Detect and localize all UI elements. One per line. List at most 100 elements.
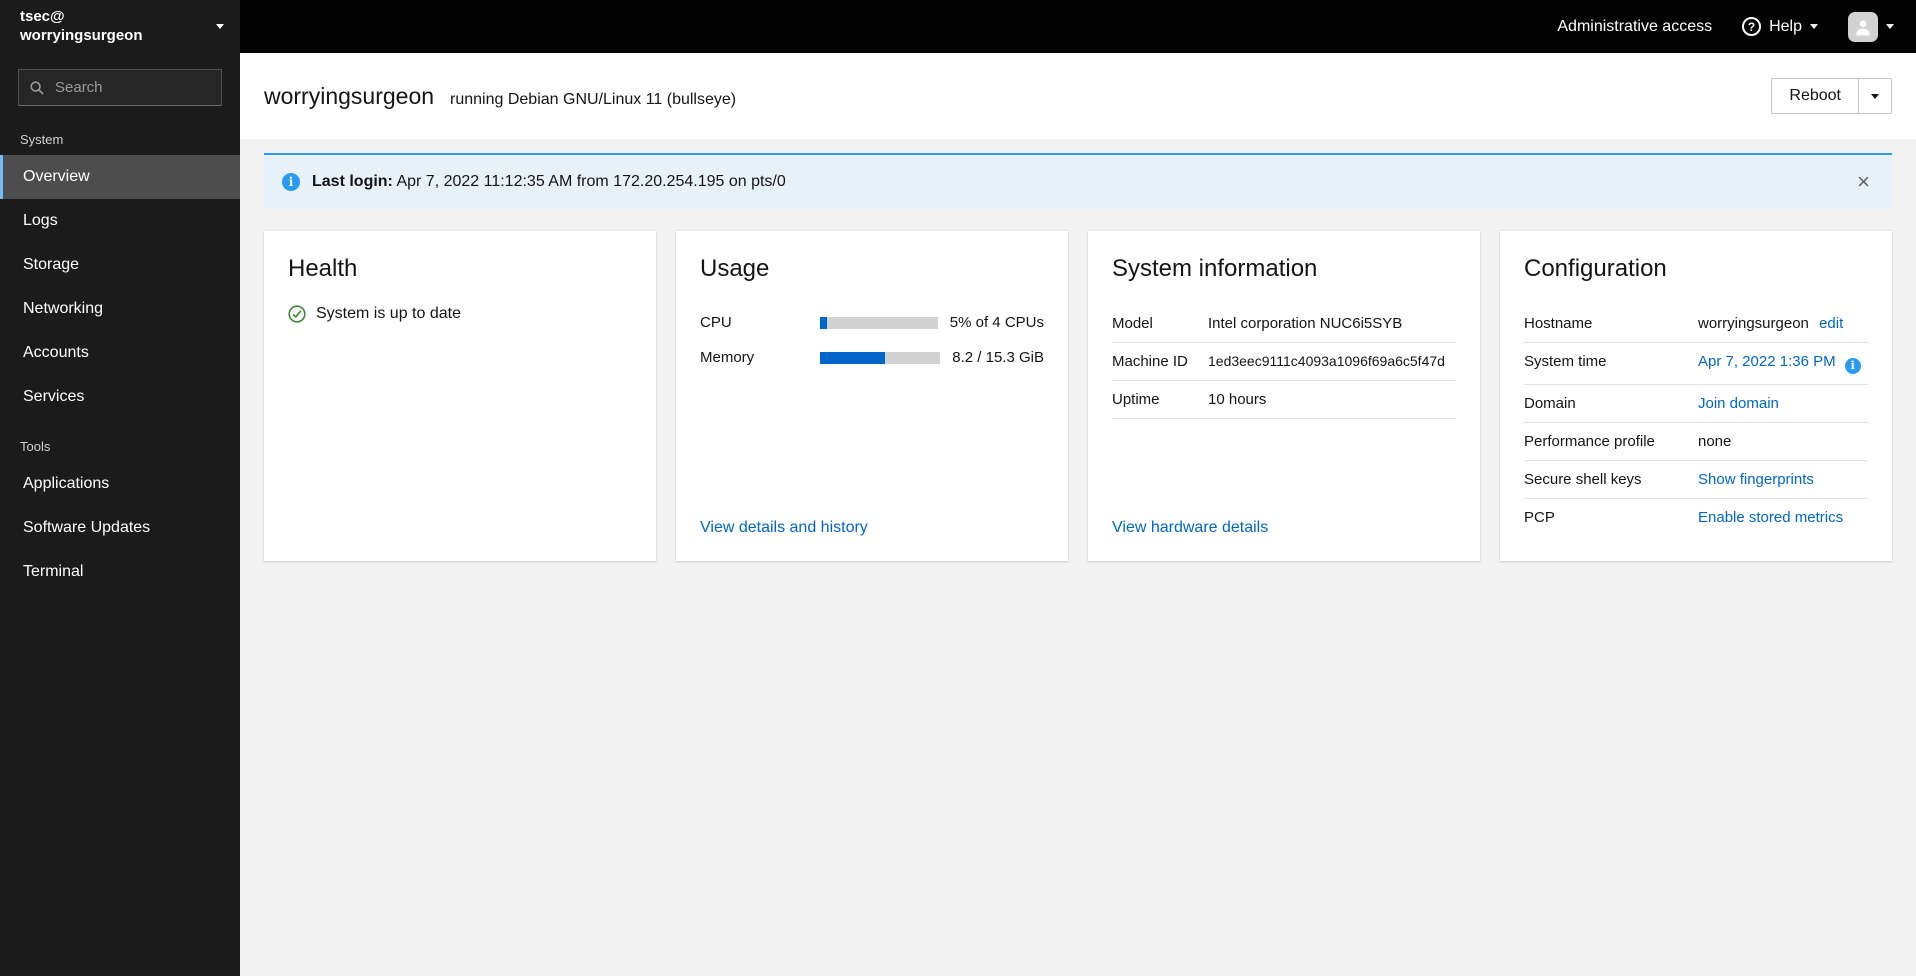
health-title: Health xyxy=(288,255,358,282)
card-system-information: System information Model Intel corporati… xyxy=(1088,231,1480,561)
sidebar-item-networking[interactable]: Networking xyxy=(0,287,240,331)
pcp-row: PCP Enable stored metrics xyxy=(1524,499,1868,536)
main-column: Administrative access ? Help worryingsur… xyxy=(240,0,1916,976)
avatar xyxy=(1848,11,1878,42)
hostname-value-cell: worryingsurgeon edit xyxy=(1698,315,1868,332)
cpu-value: 5% of 4 CPUs xyxy=(949,314,1044,331)
enable-stored-metrics-link[interactable]: Enable stored metrics xyxy=(1698,509,1868,526)
sidebar-item-overview[interactable]: Overview xyxy=(0,155,240,199)
hostname-row: Hostname worryingsurgeon edit xyxy=(1524,305,1868,343)
overview-content: i Last login: Apr 7, 2022 11:12:35 AM fr… xyxy=(240,139,1916,976)
memory-progress-bar xyxy=(820,351,941,364)
sidebar: tsec@ worryingsurgeon System Overview Lo… xyxy=(0,0,240,976)
nav-section-system: System Overview Logs Storage Networking … xyxy=(0,112,240,419)
card-usage: Usage CPU 5% of 4 CPUs Memory 8.2 / 15.3… xyxy=(676,231,1068,561)
usage-title: Usage xyxy=(700,255,770,282)
card-configuration: Configuration Hostname worryingsurgeon e… xyxy=(1500,231,1892,561)
sidebar-item-accounts[interactable]: Accounts xyxy=(0,331,240,375)
cpu-usage-row: CPU 5% of 4 CPUs xyxy=(700,305,1044,340)
info-icon[interactable]: i xyxy=(1844,357,1861,374)
page-header: worryingsurgeon running Debian GNU/Linux… xyxy=(240,53,1916,139)
usage-details-link[interactable]: View details and history xyxy=(700,519,868,537)
sidebar-item-applications[interactable]: Applications xyxy=(0,462,240,506)
reboot-split-button: Reboot xyxy=(1771,78,1892,114)
overview-cards: Health System is up to date Usage CPU 5%… xyxy=(264,231,1892,561)
sidebar-item-software-updates[interactable]: Software Updates xyxy=(0,506,240,550)
username-text: tsec@ xyxy=(20,7,65,25)
cpu-progress-bar xyxy=(820,316,938,329)
ssh-keys-label: Secure shell keys xyxy=(1524,470,1642,488)
hostname-edit-link[interactable]: edit xyxy=(1819,315,1843,332)
nav-section-tools: Tools Applications Software Updates Term… xyxy=(0,419,240,594)
system-time-label: System time xyxy=(1524,353,1607,370)
sidebar-item-storage[interactable]: Storage xyxy=(0,243,240,287)
sidebar-nav: System Overview Logs Storage Networking … xyxy=(0,112,240,594)
hostname-value: worryingsurgeon xyxy=(1698,315,1809,332)
hostname-label: Hostname xyxy=(1524,315,1593,332)
host-switcher[interactable]: tsec@ worryingsurgeon xyxy=(0,0,240,53)
performance-profile-row: Performance profile none xyxy=(1524,423,1868,461)
performance-profile-label: Performance profile xyxy=(1524,432,1655,450)
domain-label: Domain xyxy=(1524,394,1576,412)
cpu-label: CPU xyxy=(700,314,732,331)
model-row: Model Intel corporation NUC6i5SYB xyxy=(1112,305,1456,343)
model-value: Intel corporation NUC6i5SYB xyxy=(1208,315,1403,332)
reboot-dropdown-toggle[interactable] xyxy=(1858,79,1891,113)
last-login-label: Last login: xyxy=(312,173,393,190)
search-input[interactable] xyxy=(18,69,222,106)
system-time-link[interactable]: Apr 7, 2022 1:36 PM xyxy=(1698,353,1836,370)
system-time-cell: Apr 7, 2022 1:36 PM i xyxy=(1698,353,1868,374)
last-login-alert: i Last login: Apr 7, 2022 11:12:35 AM fr… xyxy=(264,153,1892,209)
question-circle-icon: ? xyxy=(1742,17,1762,36)
memory-label: Memory xyxy=(700,349,755,366)
uptime-value: 10 hours xyxy=(1208,391,1267,408)
system-info-title: System information xyxy=(1112,255,1318,282)
memory-usage-row: Memory 8.2 / 15.3 GiB xyxy=(700,340,1044,375)
administrative-access-label: Administrative access xyxy=(1557,17,1713,35)
app-root: tsec@ worryingsurgeon System Overview Lo… xyxy=(0,0,1916,976)
check-circle-icon xyxy=(288,305,306,323)
close-icon[interactable]: × xyxy=(1853,171,1874,193)
page-os-subtitle: running Debian GNU/Linux 11 (bullseye) xyxy=(450,90,737,108)
uptime-label: Uptime xyxy=(1112,391,1160,408)
health-status-text: System is up to date xyxy=(316,305,461,322)
host-switcher-label: tsec@ worryingsurgeon xyxy=(20,8,143,46)
help-menu[interactable]: ? Help xyxy=(1742,17,1818,36)
sidebar-item-logs[interactable]: Logs xyxy=(0,199,240,243)
cpu-progress-fill xyxy=(820,316,828,329)
sidebar-item-terminal[interactable]: Terminal xyxy=(0,550,240,594)
search-icon xyxy=(29,80,45,96)
last-login-text: Last login: Apr 7, 2022 11:12:35 AM from… xyxy=(312,173,786,191)
performance-profile-value: none xyxy=(1698,432,1732,450)
memory-value: 8.2 / 15.3 GiB xyxy=(952,349,1044,366)
help-label: Help xyxy=(1769,17,1802,35)
model-label: Model xyxy=(1112,315,1153,332)
nav-section-system-label: System xyxy=(20,132,64,147)
configuration-title: Configuration xyxy=(1524,255,1667,282)
sidebar-item-services[interactable]: Services xyxy=(0,375,240,419)
info-icon: i xyxy=(282,173,300,191)
machine-id-label: Machine ID xyxy=(1112,353,1188,370)
domain-row: Domain Join domain xyxy=(1524,385,1868,423)
topbar: Administrative access ? Help xyxy=(240,0,1916,53)
pcp-label: PCP xyxy=(1524,508,1555,526)
last-login-message: Apr 7, 2022 11:12:35 AM from 172.20.254.… xyxy=(396,173,786,190)
chevron-down-icon xyxy=(1871,93,1879,99)
sidebar-search xyxy=(18,69,222,106)
page-hostname: worryingsurgeon xyxy=(264,82,435,109)
join-domain-link[interactable]: Join domain xyxy=(1698,395,1868,412)
hostname-text: worryingsurgeon xyxy=(20,26,143,44)
hardware-details-link[interactable]: View hardware details xyxy=(1112,519,1268,537)
chevron-down-icon xyxy=(1810,24,1818,29)
system-time-row: System time Apr 7, 2022 1:36 PM i xyxy=(1524,343,1868,385)
session-menu[interactable] xyxy=(1848,11,1894,42)
card-health: Health System is up to date xyxy=(264,231,656,561)
chevron-down-icon xyxy=(216,24,224,29)
memory-progress-fill xyxy=(820,351,885,364)
reboot-button[interactable]: Reboot xyxy=(1772,79,1858,113)
uptime-row: Uptime 10 hours xyxy=(1112,381,1456,419)
page-title: worryingsurgeon running Debian GNU/Linux… xyxy=(264,83,736,110)
machine-id-value: 1ed3eec9111c4093a1096f69a6c5f47d xyxy=(1208,353,1445,369)
administrative-access-button[interactable]: Administrative access xyxy=(1557,18,1712,36)
show-fingerprints-link[interactable]: Show fingerprints xyxy=(1698,471,1868,488)
